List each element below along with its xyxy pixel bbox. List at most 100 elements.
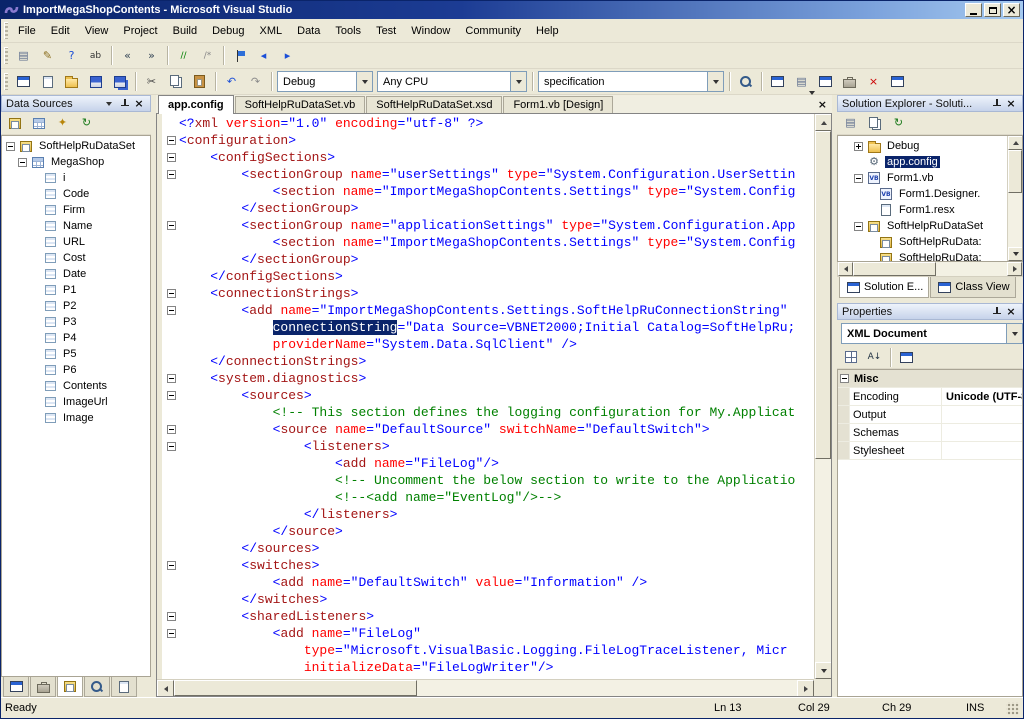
scroll-left-button[interactable] [157,680,174,696]
tool-window-tab-1[interactable] [3,677,29,697]
code-line[interactable]: <connectionStrings> [157,285,814,302]
menu-tools[interactable]: Tools [328,21,368,41]
code-line[interactable]: <sectionGroup name="userSettings" type="… [157,166,814,183]
menu-file[interactable]: File [11,21,43,41]
open-file-button[interactable] [60,71,83,93]
code-line[interactable]: <sources> [157,387,814,404]
code-line[interactable]: </sources> [157,540,814,557]
comment-button[interactable]: // [172,45,195,67]
find-combo[interactable]: specification [538,71,724,92]
code-line[interactable]: <section name="ImportMegaShopContents.Se… [157,183,814,200]
new-project-button[interactable] [12,71,35,93]
document-tab[interactable]: SoftHelpRuDataSet.xsd [366,96,503,113]
fold-collapse-icon[interactable] [167,306,176,315]
document-tab[interactable]: app.config [158,95,234,114]
chevron-down-icon[interactable] [356,72,372,91]
properties-button[interactable]: ▤ [839,112,862,134]
menubar-grip[interactable] [4,22,8,39]
data-source-tree-item[interactable]: P1 [2,282,150,298]
collapse-icon[interactable] [854,221,863,231]
scroll-down-button[interactable] [815,662,831,679]
menu-debug[interactable]: Debug [205,21,251,41]
menu-view[interactable]: View [78,21,116,41]
refresh-button[interactable]: ↻ [75,112,98,134]
code-line[interactable]: <!-- This section defines the logging co… [157,404,814,421]
edit-dataset-designer-button[interactable] [27,112,50,134]
code-line[interactable]: <!--<add name="EventLog"/>--> [157,489,814,506]
data-source-tree-item[interactable]: Contents [2,378,150,394]
data-sources-tree[interactable]: SoftHelpRuDataSet MegaShop i Code Firm Name UR… [1,135,151,677]
code-line[interactable]: <?xml version="1.0" encoding="utf-8" ?> [157,115,814,132]
code-line[interactable]: <section name="ImportMegaShopContents.Se… [157,234,814,251]
solution-explorer-button[interactable] [766,71,789,93]
panel-tab-solution-e-[interactable]: Solution E... [839,277,930,298]
data-source-tree-item[interactable]: Firm [2,202,150,218]
code-line[interactable]: initializeData="FileLogWriter"/> [157,659,814,676]
menu-build[interactable]: Build [166,21,204,41]
save-all-button[interactable] [108,71,131,93]
property-row[interactable]: Schemas [838,424,1022,442]
menu-window[interactable]: Window [404,21,457,41]
solution-tree-item[interactable]: Form1.Designer. [838,186,1007,202]
code-line[interactable]: </source> [157,523,814,540]
close-panel-button[interactable] [1004,305,1018,318]
window-resize-grip[interactable] [1006,701,1019,715]
solution-explorer-tree[interactable]: Debug ⚙ app.config Form1.vb Form1.Designer. F… [838,136,1007,261]
property-row[interactable]: Output [838,406,1022,424]
code-line[interactable]: </sectionGroup> [157,200,814,217]
fold-collapse-icon[interactable] [167,289,176,298]
collapse-icon[interactable] [840,374,849,383]
code-line[interactable]: <add name="DefaultSwitch" value="Informa… [157,574,814,591]
cut-button[interactable]: ✂ [140,71,163,93]
toolbar-grip[interactable] [4,47,8,64]
object-browser-button[interactable] [814,71,837,93]
data-source-tree-item[interactable]: ImageUrl [2,394,150,410]
immediate-window-button[interactable] [886,71,909,93]
alphabetical-button[interactable]: A↓ [863,346,886,368]
menu-edit[interactable]: Edit [44,21,77,41]
toggle-bookmark-button[interactable] [228,45,251,67]
property-value[interactable]: Unicode (UTF-8) [942,391,1022,403]
fold-collapse-icon[interactable] [167,170,176,179]
code-line[interactable]: </configSections> [157,268,814,285]
horizontal-scroll-thumb[interactable] [174,680,418,696]
code-line[interactable]: <configSections> [157,149,814,166]
indent-increase-button[interactable]: » [140,45,163,67]
code-line[interactable]: <!-- Uncomment the below section to writ… [157,472,814,489]
data-source-tree-item[interactable]: Name [2,218,150,234]
previous-bookmark-button[interactable]: ◂ [252,45,275,67]
menu-community[interactable]: Community [458,21,528,41]
tool-window-tab-4[interactable] [84,677,110,697]
solution-tree-item[interactable]: Debug [838,138,1007,154]
collapse-icon[interactable] [854,173,863,183]
chevron-down-icon[interactable] [707,72,723,91]
horizontal-scroll-thumb[interactable] [853,262,936,276]
code-line[interactable]: <listeners> [157,438,814,455]
close-panel-button[interactable] [132,97,146,110]
editor-vertical-scrollbar[interactable] [814,114,831,679]
titlebar[interactable]: ImportMegaShopContents - Microsoft Visua… [1,1,1023,19]
fold-collapse-icon[interactable] [167,425,176,434]
solution-tree-item[interactable]: ⚙ app.config [838,154,1007,170]
data-source-tree-item[interactable]: Date [2,266,150,282]
solution-tree-item[interactable]: SoftHelpRuData: [838,250,1007,261]
code-editor[interactable]: <?xml version="1.0" encoding="utf-8" ?> <… [156,114,832,697]
vertical-scroll-thumb[interactable] [815,131,831,459]
data-source-tree-item[interactable]: P5 [2,346,150,362]
scroll-right-button[interactable] [1007,262,1022,276]
fold-collapse-icon[interactable] [167,153,176,162]
word-completion-button[interactable]: ab [84,45,107,67]
data-source-tree-item[interactable]: P6 [2,362,150,378]
data-source-tree-item[interactable]: Code [2,186,150,202]
data-source-tree-item[interactable]: Cost [2,250,150,266]
add-new-data-source-button[interactable] [3,112,26,134]
next-bookmark-button[interactable]: ▸ [276,45,299,67]
paste-button[interactable] [188,71,211,93]
redo-button[interactable]: ↷ [244,71,267,93]
error-list-button[interactable]: × [862,71,885,93]
parameter-info-button[interactable]: ✎ [36,45,59,67]
code-line[interactable]: <sectionGroup name="applicationSettings"… [157,217,814,234]
solution-explorer-header[interactable]: Solution Explorer - Soluti... [837,95,1023,112]
refresh-button[interactable]: ↻ [887,112,910,134]
solution-tree-item[interactable]: SoftHelpRuData: [838,234,1007,250]
